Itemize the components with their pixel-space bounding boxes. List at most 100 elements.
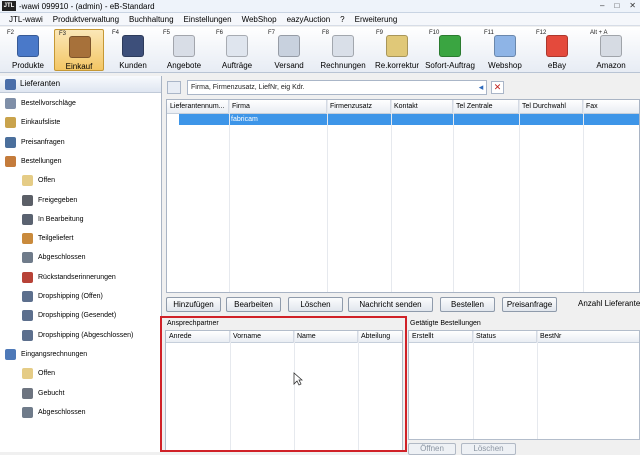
order-button[interactable]: Bestellen [440, 297, 495, 312]
nav-item-label: Offen [38, 177, 55, 185]
list-icon [5, 117, 16, 129]
menu-webshop[interactable]: WebShop [237, 13, 282, 25]
nav-item-label: Abgeschlossen [38, 254, 86, 262]
column-header-firma[interactable]: Firma [229, 100, 327, 114]
clear-search-icon[interactable]: ◂ [476, 82, 486, 92]
toolbar-button-einkauf[interactable]: F3 Einkauf [54, 29, 104, 71]
price-request-button[interactable]: Preisanfrage [502, 297, 557, 312]
grid-column-line [327, 100, 328, 292]
toolbar-label: Angebote [166, 61, 202, 70]
column-header-firmenzusatz[interactable]: Firmenzusatz [327, 100, 391, 114]
nav-header-lieferanten[interactable]: Lieferanten [0, 76, 161, 93]
shortcut-key: F12 [536, 30, 547, 36]
orders-table-header: Erstellt Status BestNr [409, 331, 639, 343]
toolbar-button-re-korrektur[interactable]: F9 Re.korrektur [372, 29, 422, 71]
nav-header-label: Lieferanten [20, 79, 61, 88]
toolbar-label: Versand [274, 61, 304, 70]
proposal-icon [5, 98, 16, 109]
nav-item-label: Eingangsrechnungen [21, 350, 88, 358]
add-button[interactable]: Hinzufügen [166, 297, 221, 312]
menu-erweiterung[interactable]: Erweiterung [350, 13, 403, 25]
window-controls: – □ ✕ [600, 1, 636, 11]
column-header-erstellt[interactable]: Erstellt [409, 331, 473, 343]
reset-filter-button[interactable]: ✕ [491, 81, 504, 94]
crate-icon [69, 36, 91, 58]
send-message-button[interactable]: Nachricht senden [348, 297, 433, 312]
grid-column-line [453, 100, 454, 292]
menu-help[interactable]: ? [335, 13, 349, 25]
table-header: Lieferantennum... Firma Firmenzusatz Kontak… [167, 100, 639, 114]
shortcut-key: F7 [268, 30, 276, 36]
column-header-kontakt[interactable]: Kontakt [391, 100, 453, 114]
orders-icon [5, 155, 16, 167]
toolbar-button-produkte[interactable]: F2 Produkte [3, 29, 53, 71]
star-icon [439, 35, 461, 57]
delete-button[interactable]: Löschen [288, 297, 343, 312]
toolbar-button-webshop[interactable]: F11 Webshop [480, 29, 530, 71]
toolbar-label: Einkauf [65, 62, 93, 71]
column-header-bestnr[interactable]: BestNr [537, 331, 639, 343]
minimize-icon[interactable]: – [600, 1, 604, 11]
nav-item-label: In Bearbeitung [38, 215, 84, 223]
menu-buchhaltung[interactable]: Buchhaltung [124, 13, 178, 25]
invoice-icon [332, 35, 354, 57]
mouse-cursor-icon [293, 372, 303, 386]
shortcut-key: F5 [163, 30, 171, 36]
toolbar-button-sofort-auftrag[interactable]: F10 Sofort-Auftrag [425, 29, 475, 71]
toolbar-label: Produkte [11, 61, 45, 70]
toolbar-button-kunden[interactable]: F4 Kunden [108, 29, 158, 71]
toolbar-button-versand[interactable]: F7 Versand [264, 29, 314, 71]
main-toolbar: F2 Produkte F3 Einkauf F4 Kunden F5 Angebote F6 A… [0, 27, 640, 73]
delete-order-button[interactable]: Löschen [461, 443, 516, 455]
released-icon [22, 194, 33, 206]
toolbar-label: Amazon [596, 61, 626, 70]
reminder-icon [22, 271, 33, 283]
dropship-open-icon [22, 291, 33, 302]
grid-column-line [473, 331, 474, 439]
dropship-done-icon [22, 329, 33, 341]
column-header-fax[interactable]: Fax [583, 100, 639, 114]
toolbar-button-rechnungen[interactable]: F8 Rechnungen [318, 29, 368, 71]
column-header-tel-durchwahl[interactable]: Tel Durchwahl [519, 100, 583, 114]
nav-item-label: Bestellvorschläge [21, 100, 76, 107]
shortcut-key: F8 [322, 30, 330, 36]
toolbar-button-angebote[interactable]: F5 Angebote [159, 29, 209, 71]
open-order-button[interactable]: Öffnen [408, 443, 456, 455]
offer-sheet-icon [173, 35, 195, 57]
nav-item-label: Einkaufsliste [21, 119, 61, 127]
navigation-panel: Lieferanten Bestellvorschläge Einkaufslis… [0, 76, 162, 452]
grid-column-line [583, 100, 584, 292]
order-sheet-icon [226, 35, 248, 57]
menu-eazyauction[interactable]: eazyAuction [282, 13, 336, 25]
toolbar-button-amazon[interactable]: Alt + A Amazon [586, 29, 636, 71]
correction-icon [386, 35, 408, 57]
maximize-icon[interactable]: □ [614, 1, 619, 11]
binoculars-icon[interactable] [167, 81, 181, 94]
column-header-lieferantennum-[interactable]: Lieferantennum... [167, 100, 229, 114]
grid-column-line [519, 100, 520, 292]
nav-item-label: Bestellungen [21, 157, 62, 165]
orders-table[interactable]: Erstellt Status BestNr [408, 330, 640, 440]
nav-item-label: Rückstandserinnerungen [38, 273, 116, 281]
partial-icon [22, 233, 33, 245]
toolbar-button-ebay[interactable]: F12 eBay [532, 29, 582, 71]
menu-jtl-wawi[interactable]: JTL-wawi [4, 13, 48, 25]
toolbar-label: eBay [547, 61, 567, 70]
shortcut-key: F6 [216, 30, 224, 36]
toolbar-button-aufträge[interactable]: F6 Aufträge [212, 29, 262, 71]
column-header-tel-zentrale[interactable]: Tel Zentrale [453, 100, 519, 114]
shortcut-key: F10 [429, 30, 440, 36]
supplier-table[interactable]: Lieferantennum... Firma Firmenzusatz Kontak… [166, 99, 640, 293]
search-input[interactable]: Firma, Firmenzusatz, LiefNr, eig Kdr. [187, 80, 487, 95]
table-row[interactable]: fabricam [179, 114, 639, 125]
supplier-actions: Hinzufügen Bearbeiten Löschen Nachricht … [162, 297, 640, 313]
menu-produktverwaltung[interactable]: Produktverwaltung [48, 13, 124, 25]
column-header-status[interactable]: Status [473, 331, 537, 343]
edit-button[interactable]: Bearbeiten [226, 297, 281, 312]
supplier-count-label: Anzahl Lieferanten: [578, 299, 640, 308]
shortcut-key: F3 [59, 31, 67, 37]
menu-einstellungen[interactable]: Einstellungen [179, 13, 237, 25]
close-icon[interactable]: ✕ [629, 1, 636, 11]
suppliers-icon [5, 79, 16, 90]
shortcut-key: F11 [484, 30, 494, 36]
